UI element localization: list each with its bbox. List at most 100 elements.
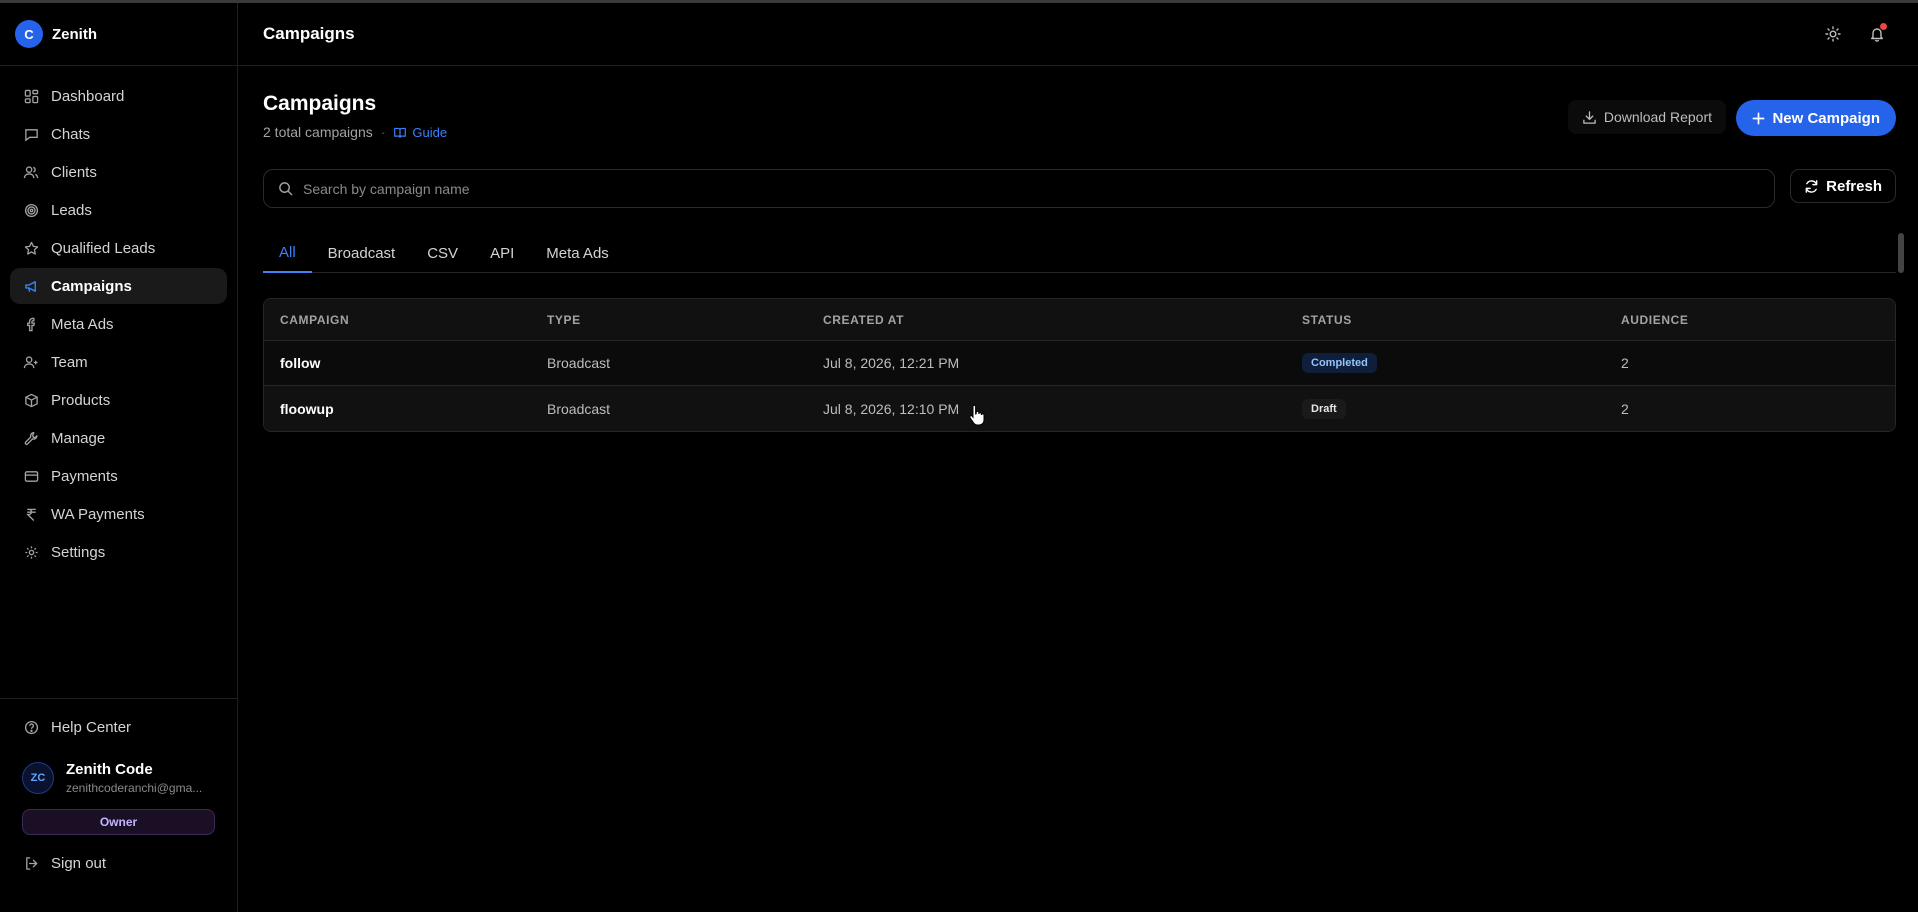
campaign-name: floowup [280, 400, 334, 417]
log-out-icon [23, 855, 39, 871]
guide-label: Guide [412, 124, 448, 140]
facebook-icon [23, 316, 39, 332]
theme-toggle-button[interactable] [1822, 23, 1844, 45]
total-campaigns-text: 2 total campaigns [263, 124, 373, 140]
header-title: Campaigns [263, 24, 355, 43]
sidebar-item-label: Clients [51, 163, 97, 181]
scrollbar-thumb[interactable] [1898, 233, 1904, 273]
new-campaign-label: New Campaign [1772, 109, 1880, 127]
sidebar-item-label: Payments [51, 467, 118, 485]
sidebar: C Zenith Dashboard Chats Clients Leads Q… [0, 3, 238, 912]
download-icon [1582, 110, 1597, 125]
campaign-type: Broadcast [547, 355, 611, 371]
package-icon [23, 392, 39, 408]
role-badge: Owner [22, 809, 215, 835]
column-header-created-at[interactable]: CREATED AT [823, 313, 1302, 327]
sidebar-item-settings[interactable]: Settings [10, 534, 227, 570]
campaigns-table: CAMPAIGN TYPE CREATED AT STATUS AUDIENCE… [263, 298, 1896, 432]
sun-icon [1825, 26, 1841, 42]
separator-dot: · [380, 124, 386, 140]
help-circle-icon [23, 719, 39, 735]
notification-dot [1880, 23, 1887, 30]
plus-icon [1752, 112, 1765, 125]
sidebar-item-label: Products [51, 391, 111, 409]
help-center-label: Help Center [51, 718, 132, 736]
sign-out-button[interactable]: Sign out [10, 845, 227, 881]
target-icon [23, 202, 39, 218]
sidebar-item-label: Team [51, 353, 88, 371]
refresh-label: Refresh [1826, 177, 1882, 195]
sidebar-item-label: Chats [51, 125, 91, 143]
campaign-created-at: Jul 8, 2026, 12:10 PM [823, 400, 960, 417]
tab-meta-ads[interactable]: Meta Ads [530, 233, 625, 273]
column-header-audience[interactable]: AUDIENCE [1621, 313, 1891, 327]
brand-logo: C [15, 20, 43, 48]
sidebar-item-clients[interactable]: Clients [10, 154, 227, 190]
sidebar-item-dashboard[interactable]: Dashboard [10, 78, 227, 114]
sidebar-item-meta-ads[interactable]: Meta Ads [10, 306, 227, 342]
guide-link[interactable]: Guide [393, 125, 447, 140]
chat-icon [23, 126, 39, 142]
campaign-type-tabs: All Broadcast CSV API Meta Ads [263, 233, 1896, 273]
sidebar-item-label: Settings [51, 543, 106, 561]
user-email: zenithcoderanchi@gma... [66, 781, 203, 795]
star-icon [23, 240, 39, 256]
hand-cursor-icon [968, 404, 986, 431]
campaign-audience: 2 [1621, 400, 1629, 417]
sidebar-item-products[interactable]: Products [10, 382, 227, 418]
gear-icon [23, 544, 39, 560]
sidebar-item-label: WA Payments [51, 505, 145, 523]
user-plus-icon [23, 354, 39, 370]
help-center-link[interactable]: Help Center [10, 709, 227, 745]
megaphone-icon [23, 278, 39, 294]
refresh-icon [1804, 179, 1819, 194]
campaign-audience: 2 [1621, 355, 1629, 371]
tab-all[interactable]: All [263, 233, 312, 273]
sidebar-item-label: Meta Ads [51, 315, 114, 333]
sidebar-item-payments[interactable]: Payments [10, 458, 227, 494]
search-icon [278, 181, 293, 196]
column-header-campaign[interactable]: CAMPAIGN [264, 313, 547, 327]
download-report-label: Download Report [1603, 109, 1712, 125]
sidebar-item-leads[interactable]: Leads [10, 192, 227, 228]
sidebar-item-label: Qualified Leads [51, 239, 156, 257]
tab-broadcast[interactable]: Broadcast [312, 233, 412, 273]
sidebar-footer: Help Center ZC Zenith Code zenithcoderan… [0, 698, 237, 912]
new-campaign-button[interactable]: New Campaign [1736, 100, 1896, 136]
sidebar-item-team[interactable]: Team [10, 344, 227, 380]
campaign-count: 2 total campaigns · Guide [263, 124, 447, 140]
brand[interactable]: C Zenith [0, 3, 237, 66]
sidebar-item-label: Leads [51, 201, 92, 219]
grid-icon [23, 88, 39, 104]
column-header-type[interactable]: TYPE [547, 313, 823, 327]
column-header-status[interactable]: STATUS [1302, 313, 1621, 327]
search-box [263, 169, 1775, 208]
notifications-button[interactable] [1866, 23, 1888, 45]
table-row[interactable]: follow Broadcast Jul 8, 2026, 12:21 PM C… [264, 341, 1895, 386]
sidebar-item-campaigns[interactable]: Campaigns [10, 268, 227, 304]
user-profile[interactable]: ZC Zenith Code zenithcoderanchi@gma... [10, 761, 227, 795]
refresh-button[interactable]: Refresh [1790, 169, 1896, 203]
tab-api[interactable]: API [474, 233, 530, 273]
sidebar-item-label: Manage [51, 429, 106, 447]
campaign-name: follow [280, 355, 321, 371]
sidebar-item-label: Campaigns [51, 277, 132, 295]
tab-csv[interactable]: CSV [411, 233, 474, 273]
table-header: CAMPAIGN TYPE CREATED AT STATUS AUDIENCE [264, 299, 1895, 341]
download-report-button[interactable]: Download Report [1567, 100, 1726, 134]
sidebar-item-wa-payments[interactable]: WA Payments [10, 496, 227, 532]
sidebar-item-manage[interactable]: Manage [10, 420, 227, 456]
users-icon [23, 164, 39, 180]
sidebar-item-qualified-leads[interactable]: Qualified Leads [10, 230, 227, 266]
sign-out-label: Sign out [51, 854, 107, 872]
search-input[interactable] [303, 180, 1703, 197]
credit-card-icon [23, 468, 39, 484]
table-row[interactable]: floowup Broadcast Jul 8, 2026, 12:10 PM … [264, 386, 1895, 431]
sidebar-item-label: Dashboard [51, 87, 125, 105]
avatar: ZC [22, 762, 54, 794]
book-icon [393, 126, 407, 139]
wrench-icon [23, 430, 39, 446]
campaign-created-at: Jul 8, 2026, 12:21 PM [823, 355, 960, 371]
page-title: Campaigns [263, 92, 377, 115]
sidebar-item-chats[interactable]: Chats [10, 116, 227, 152]
